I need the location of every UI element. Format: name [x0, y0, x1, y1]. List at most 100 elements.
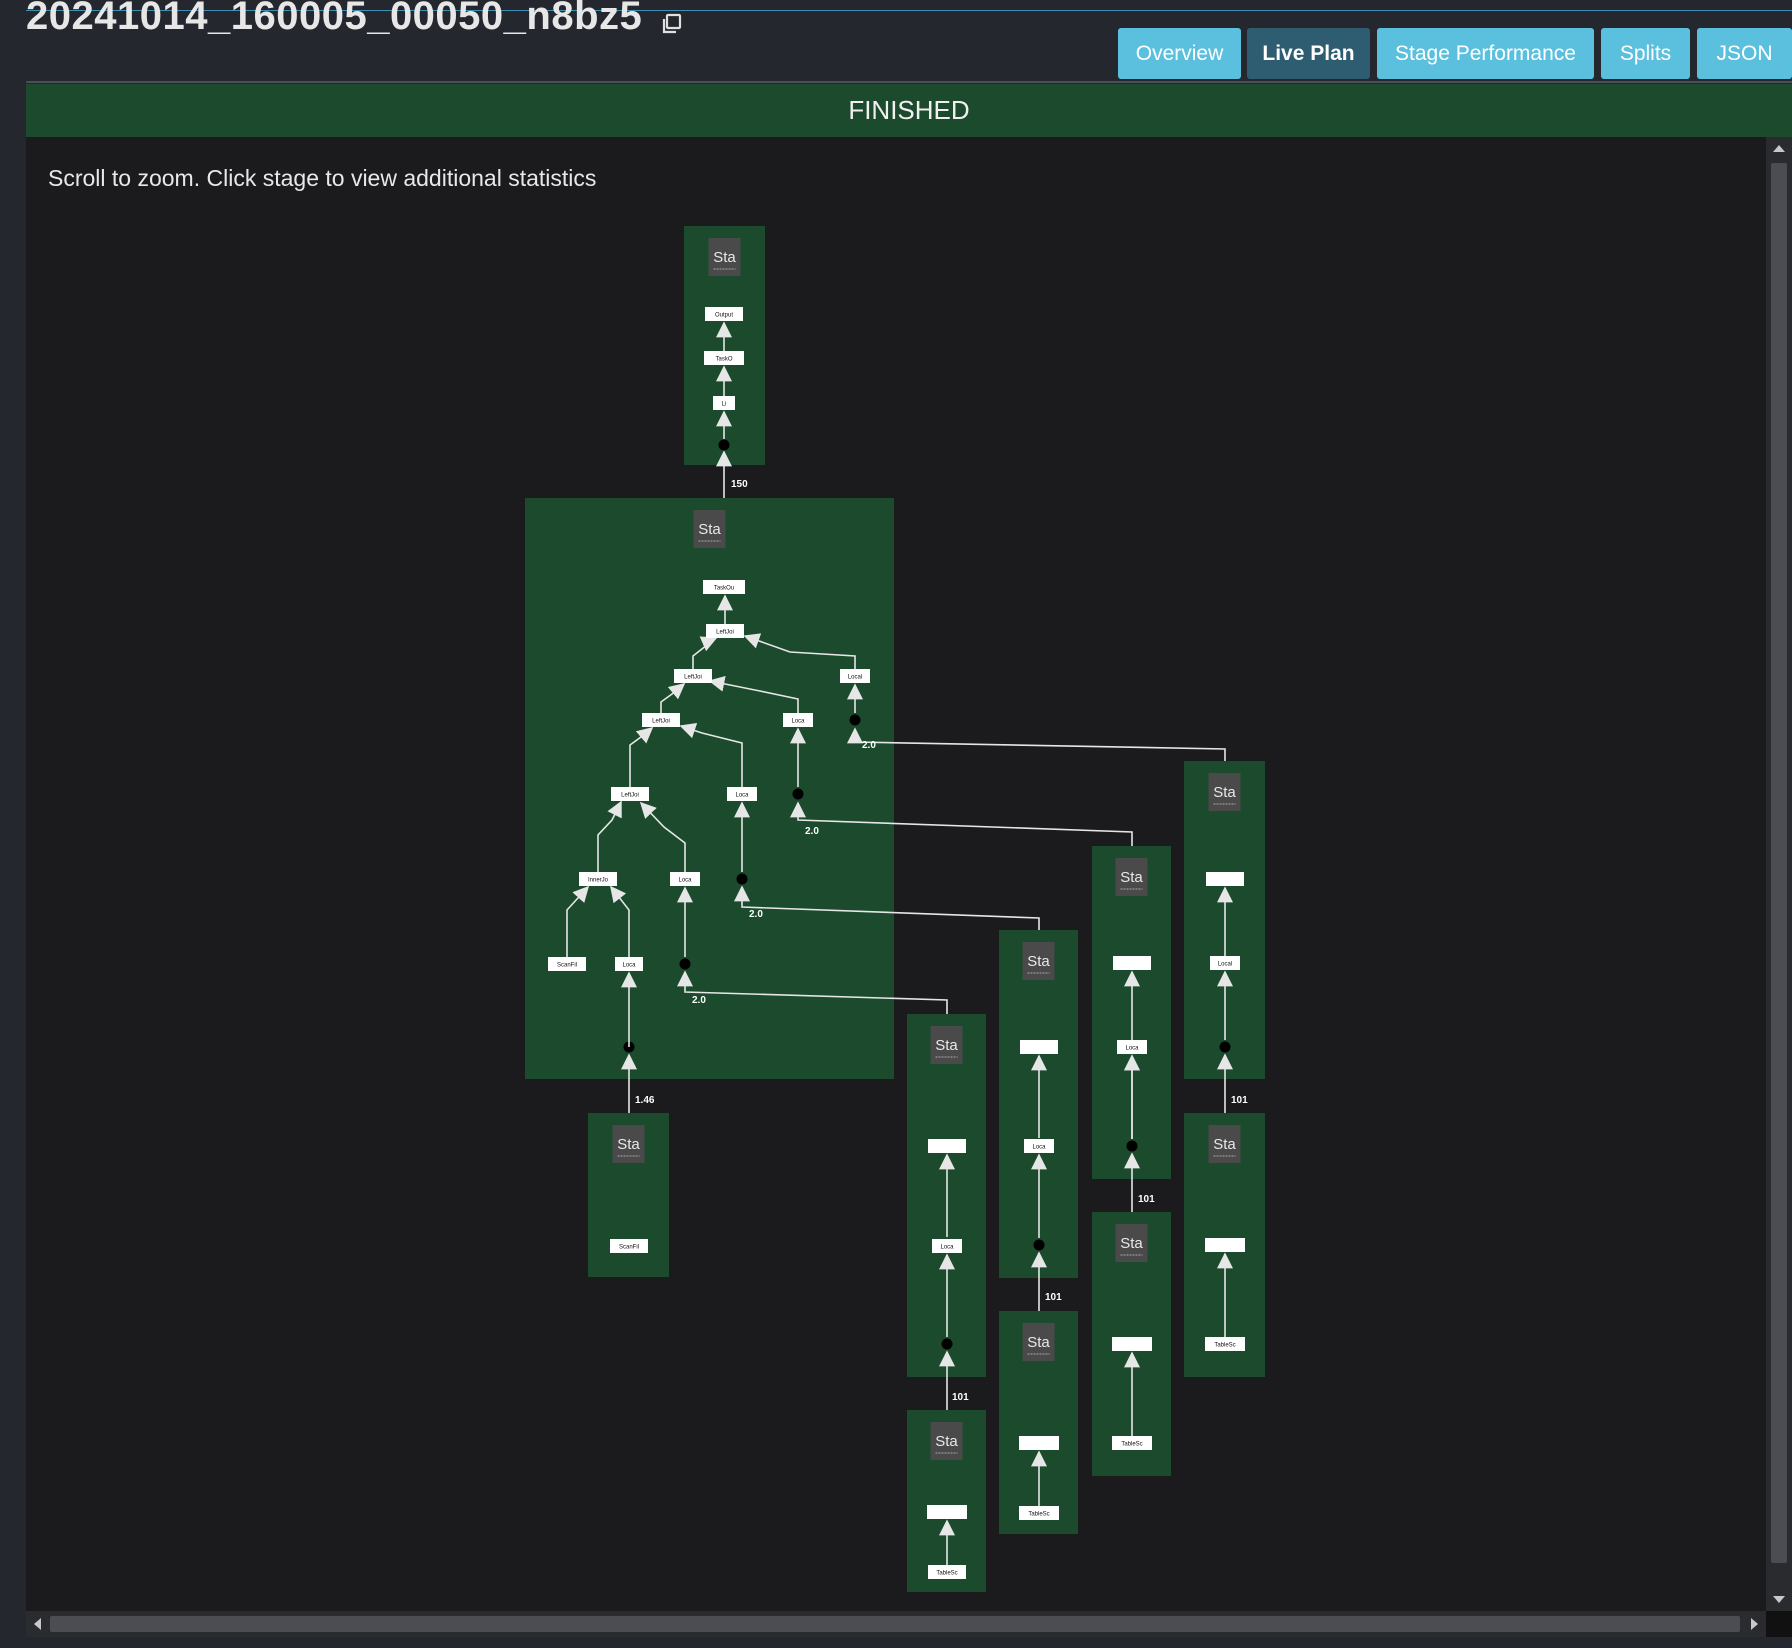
node-s5-b[interactable]: Loca: [1117, 1040, 1147, 1054]
query-status-bar: FINISHED: [26, 84, 1792, 137]
node-loca-3-label: Loca: [678, 878, 692, 884]
node-scanfilter-2[interactable]: ScanFil: [610, 1239, 648, 1253]
node-s10-a[interactable]: [1205, 1238, 1245, 1252]
stage-7-title: Sta: [935, 1433, 958, 1450]
stage-9-title: Sta: [1120, 1235, 1143, 1252]
edge-label-9: 101: [1231, 1095, 1248, 1106]
horizontal-scroll-thumb[interactable]: [50, 1616, 1740, 1632]
node-taskoutput[interactable]: TaskO: [704, 351, 744, 365]
node-s8-b[interactable]: TableSc: [1019, 1506, 1059, 1520]
node-s3-a-box[interactable]: [928, 1139, 966, 1153]
node-s7-b[interactable]: TableSc: [928, 1565, 966, 1579]
node-taskoutput-label: TaskO: [715, 357, 732, 363]
scroll-left-icon[interactable]: [34, 1618, 41, 1630]
stage-5-title: Sta: [1120, 869, 1143, 886]
stage-4-title: Sta: [1027, 953, 1050, 970]
stage-0-title: Sta: [713, 249, 736, 266]
edge-label-4: 2.0: [692, 995, 706, 1006]
exchange-dot-9: [1219, 1041, 1231, 1053]
node-local-1[interactable]: Local: [840, 669, 870, 683]
edge-label-8: 101: [1138, 1194, 1155, 1205]
node-s5-a-box[interactable]: [1113, 956, 1151, 970]
node-s8-a[interactable]: [1019, 1436, 1059, 1450]
exchange-dot-7: [1033, 1239, 1045, 1251]
node-s7-a[interactable]: [927, 1505, 967, 1519]
node-s10-b-label: TableSc: [1214, 1343, 1235, 1349]
edge-label-2: 2.0: [805, 826, 819, 837]
node-s6-a[interactable]: [1206, 872, 1244, 886]
node-leftjoin-2[interactable]: LeftJoi: [674, 669, 712, 683]
node-s6-b-label: Local: [1218, 962, 1232, 968]
node-s3-b[interactable]: Loca: [932, 1239, 962, 1253]
node-innerjoin[interactable]: InnerJo: [579, 872, 617, 886]
scroll-right-icon[interactable]: [1751, 1618, 1758, 1630]
node-s5-a[interactable]: [1113, 956, 1151, 970]
node-limit[interactable]: Li: [713, 396, 735, 410]
node-leftjoin-2-label: LeftJoi: [684, 675, 702, 681]
vertical-scrollbar[interactable]: [1766, 137, 1792, 1611]
tab-stage-performance[interactable]: Stage Performance: [1377, 28, 1594, 79]
stage-6-title: Sta: [1213, 784, 1236, 801]
node-s9-a-box[interactable]: [1112, 1337, 1152, 1351]
node-output[interactable]: Output: [705, 307, 743, 321]
scroll-up-icon[interactable]: [1773, 145, 1785, 152]
vertical-scroll-thumb[interactable]: [1771, 163, 1787, 1563]
node-s3-b-label: Loca: [940, 1245, 954, 1251]
tab-live-plan[interactable]: Live Plan: [1247, 28, 1370, 79]
live-plan-canvas[interactable]: Scroll to zoom. Click stage to view addi…: [26, 137, 1766, 1611]
node-loca-3[interactable]: Loca: [670, 872, 700, 886]
edge-label-6: 101: [952, 1392, 969, 1403]
node-s10-b[interactable]: TableSc: [1205, 1337, 1245, 1351]
title-divider: [26, 81, 1792, 83]
node-s4-a-box[interactable]: [1020, 1040, 1058, 1054]
copy-icon[interactable]: [659, 12, 683, 36]
node-loca-4-label: Loca: [622, 963, 636, 969]
tab-splits[interactable]: Splits: [1601, 28, 1690, 79]
node-local-1-label: Local: [848, 675, 862, 681]
plan-edge-21: [847, 727, 1226, 761]
exchange-dot-4: [679, 958, 691, 970]
node-loca-1-label: Loca: [791, 719, 805, 725]
node-leftjoin-4[interactable]: LeftJoi: [611, 787, 649, 801]
node-taskout-root[interactable]: TaskOu: [703, 580, 745, 594]
edge-label-1: 2.0: [862, 740, 876, 751]
node-s9-a[interactable]: [1112, 1337, 1152, 1351]
tab-overview[interactable]: Overview: [1118, 28, 1241, 79]
exchange-dot-2: [792, 788, 804, 800]
stage-1-title: Sta: [698, 521, 721, 538]
node-s4-a[interactable]: [1020, 1040, 1058, 1054]
node-loca-2[interactable]: Loca: [727, 787, 757, 801]
exchange-dot-3: [736, 873, 748, 885]
node-s6-b[interactable]: Local: [1210, 956, 1240, 970]
stage-10-title: Sta: [1213, 1136, 1236, 1153]
node-loca-4[interactable]: Loca: [615, 957, 643, 971]
node-loca-1[interactable]: Loca: [783, 713, 813, 727]
node-s5-b-label: Loca: [1125, 1046, 1139, 1052]
stage-3-title: Sta: [935, 1037, 958, 1054]
node-s6-a-box[interactable]: [1206, 872, 1244, 886]
node-leftjoin-3[interactable]: LeftJoi: [642, 713, 680, 727]
plan-graph[interactable]: Sta Sta Sta Sta Sta Sta Sta Sta Sta Sta Sta Output…: [26, 137, 1766, 1611]
edge-label-5: 1.46: [635, 1095, 655, 1106]
node-s4-b[interactable]: Loca: [1024, 1139, 1054, 1153]
node-scanfilter-2-label: ScanFil: [619, 1245, 639, 1251]
stage-2-title: Sta: [617, 1136, 640, 1153]
horizontal-scrollbar[interactable]: [26, 1611, 1766, 1637]
node-loca-2-label: Loca: [735, 793, 749, 799]
node-output-label: Output: [715, 313, 733, 319]
node-leftjoin-1[interactable]: LeftJoi: [706, 624, 744, 638]
node-s8-a-box[interactable]: [1019, 1436, 1059, 1450]
exchange-dot-0: [718, 439, 730, 451]
node-s9-b[interactable]: TableSc: [1112, 1436, 1152, 1450]
node-s9-b-label: TableSc: [1121, 1442, 1142, 1448]
node-s8-b-label: TableSc: [1028, 1512, 1049, 1518]
node-s10-a-box[interactable]: [1205, 1238, 1245, 1252]
node-s7-a-box[interactable]: [927, 1505, 967, 1519]
tab-json[interactable]: JSON: [1697, 28, 1792, 79]
scroll-down-icon[interactable]: [1773, 1596, 1785, 1603]
node-innerjoin-label: InnerJo: [588, 878, 609, 884]
node-limit-label: Li: [722, 402, 727, 408]
node-scanfilter-1[interactable]: ScanFil: [548, 957, 586, 971]
node-s3-a[interactable]: [928, 1139, 966, 1153]
exchange-dot-8: [1126, 1140, 1138, 1152]
